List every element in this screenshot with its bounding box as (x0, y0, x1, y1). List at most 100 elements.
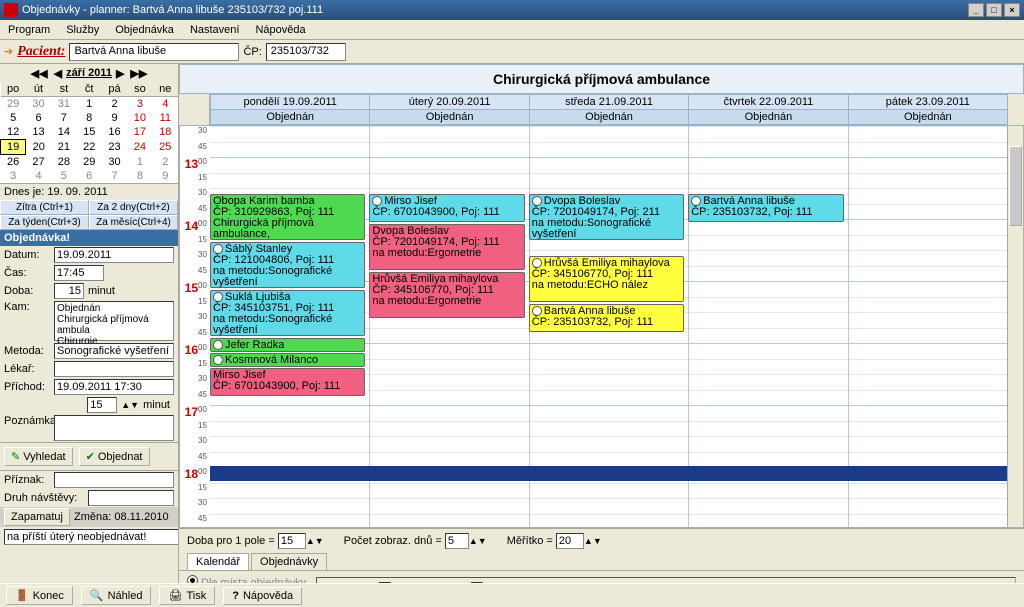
shortcut-tomorrow[interactable]: Zítra (Ctrl+1) (0, 200, 89, 215)
cal-day[interactable]: 3 (127, 97, 152, 112)
cal-day[interactable]: 4 (26, 169, 51, 183)
menu-program[interactable]: Program (0, 24, 58, 36)
appointment[interactable]: Dvopa Boleslav ČP: 7201049174, Poj: 211 … (529, 194, 684, 240)
appointment[interactable]: Bartvá Anna libuše ČP: 235103732, Poj: 1… (688, 194, 843, 222)
cal-day[interactable]: 27 (26, 155, 51, 170)
cal-day[interactable]: 7 (51, 111, 76, 125)
cal-day[interactable]: 13 (26, 125, 51, 140)
cal-day[interactable]: 12 (1, 125, 26, 140)
shortcut-month[interactable]: Za měsíc(Ctrl+4) (89, 215, 178, 230)
cal-day[interactable]: 4 (153, 97, 178, 112)
cal-day[interactable]: 19 (1, 140, 26, 155)
menu-objednavka[interactable]: Objednávka (107, 24, 182, 36)
druh-input[interactable] (88, 490, 174, 506)
cal-day[interactable]: 1 (127, 155, 152, 170)
time-input[interactable] (54, 265, 104, 281)
cal-day[interactable]: 2 (153, 155, 178, 170)
prichod-input[interactable] (54, 379, 174, 395)
cal-day[interactable]: 9 (102, 111, 127, 125)
cal-day[interactable]: 5 (51, 169, 76, 183)
appointment[interactable]: Suklá Ljubiša ČP: 345103751, Poj: 111 na… (210, 290, 365, 336)
scrollbar-thumb[interactable] (1009, 146, 1022, 226)
appointment[interactable]: Jefer Radka (210, 338, 365, 352)
cal-day[interactable]: 8 (127, 169, 152, 183)
tab-kalendar[interactable]: Kalendář (187, 553, 249, 570)
tab-objednavky[interactable]: Objednávky (251, 553, 327, 570)
patient-name-input[interactable]: Bartvá Anna libuše (69, 43, 239, 61)
appointment[interactable]: Mirso Jisef ČP: 6701043900, Poj: 111 (369, 194, 524, 222)
status-konec[interactable]: 🚪Konec (6, 586, 73, 605)
cal-day[interactable]: 16 (102, 125, 127, 140)
cal-day[interactable]: 30 (26, 97, 51, 112)
cal-day[interactable]: 29 (77, 155, 102, 170)
priznak-input[interactable] (54, 472, 174, 488)
prev-month-icon[interactable]: ◀ (52, 67, 64, 80)
prichod-min-input[interactable] (87, 397, 117, 413)
meritko-select[interactable] (556, 533, 584, 549)
cal-day[interactable]: 26 (1, 155, 26, 170)
shortcut-2days[interactable]: Za 2 dny(Ctrl+2) (89, 200, 178, 215)
menu-napoveda[interactable]: Nápověda (247, 24, 313, 36)
dur-input[interactable] (54, 283, 84, 299)
menu-nastaveni[interactable]: Nastavení (182, 24, 248, 36)
cal-day[interactable]: 5 (1, 111, 26, 125)
status-nahled[interactable]: 🔍Náhled (81, 586, 152, 605)
status-napoveda[interactable]: ?Nápověda (223, 587, 302, 605)
cal-day[interactable]: 11 (153, 111, 178, 125)
appointment[interactable]: Hrůvšá Emiliya mihaylova ČP: 345106770, … (369, 272, 524, 318)
scrollbar[interactable] (1007, 126, 1023, 527)
zapamatuj-button[interactable]: Zapamatuj (4, 508, 70, 526)
status-tisk[interactable]: 🖨Tisk (159, 586, 215, 605)
kam-input[interactable]: Objednán Chirurgická příjmová ambula Chi… (54, 301, 174, 341)
maximize-button[interactable]: □ (986, 3, 1002, 17)
cal-day[interactable]: 7 (102, 169, 127, 183)
doba-select[interactable] (278, 533, 306, 549)
find-button[interactable]: ✎Vyhledat (4, 447, 73, 466)
appointment[interactable]: Kosmnová Milanco (210, 353, 365, 367)
appointment[interactable]: Hrůvšá Emiliya mihaylova ČP: 345106770, … (529, 256, 684, 302)
appointment[interactable]: Bartvá Anna libuše ČP: 235103732, Poj: 1… (529, 304, 684, 332)
appointment[interactable]: Dvopa Boleslav ČP: 7201049174, Poj: 111 … (369, 224, 524, 270)
cp-input[interactable]: 235103/732 (266, 43, 346, 61)
cal-day[interactable]: 1 (77, 97, 102, 112)
mini-calendar[interactable]: poútstčtpásone 2930311234567891011121314… (0, 82, 178, 183)
cal-day[interactable]: 23 (102, 140, 127, 155)
cal-day[interactable]: 6 (26, 111, 51, 125)
cal-day[interactable]: 25 (153, 140, 178, 155)
appointment[interactable]: Obopa Karim bamba ČP: 310929863, Poj: 11… (210, 194, 365, 240)
cal-day[interactable]: 8 (77, 111, 102, 125)
next-year-icon[interactable]: ▶▶ (128, 67, 149, 80)
cal-day[interactable]: 21 (51, 140, 76, 155)
poznamka-input[interactable] (54, 415, 174, 441)
date-input[interactable] (54, 247, 174, 263)
cal-day[interactable]: 2 (102, 97, 127, 112)
appointment[interactable]: Mirso Jisef ČP: 6701043900, Poj: 111 (210, 368, 365, 396)
cal-day[interactable]: 6 (77, 169, 102, 183)
cal-day[interactable]: 18 (153, 125, 178, 140)
cal-day[interactable]: 9 (153, 169, 178, 183)
cal-day[interactable]: 29 (1, 97, 26, 112)
cal-day[interactable]: 28 (51, 155, 76, 170)
menu-sluzby[interactable]: Služby (58, 24, 107, 36)
planner-grid[interactable]: 0015304513001530451400153045150015304516… (179, 125, 1024, 528)
next-month-icon[interactable]: ▶ (114, 67, 126, 80)
close-button[interactable]: × (1004, 3, 1020, 17)
cal-day[interactable]: 31 (51, 97, 76, 112)
shortcut-week[interactable]: Za týden(Ctrl+3) (0, 215, 89, 230)
prev-year-icon[interactable]: ◀◀ (29, 67, 50, 80)
cal-day[interactable]: 17 (127, 125, 152, 140)
minimize-button[interactable]: _ (968, 3, 984, 17)
cal-day[interactable]: 15 (77, 125, 102, 140)
appointment[interactable]: Šáblý Stanley ČP: 121004806, Poj: 111 na… (210, 242, 365, 288)
pocet-select[interactable] (445, 533, 469, 549)
lekar-input[interactable] (54, 361, 174, 377)
metoda-input[interactable] (54, 343, 174, 359)
cal-day[interactable]: 30 (102, 155, 127, 170)
cal-day[interactable]: 14 (51, 125, 76, 140)
cal-day[interactable]: 22 (77, 140, 102, 155)
cal-day[interactable]: 24 (127, 140, 152, 155)
cal-day[interactable]: 10 (127, 111, 152, 125)
book-button[interactable]: ✔Objednat (79, 447, 150, 466)
cal-day[interactable]: 20 (26, 140, 51, 155)
cal-day[interactable]: 3 (1, 169, 26, 183)
